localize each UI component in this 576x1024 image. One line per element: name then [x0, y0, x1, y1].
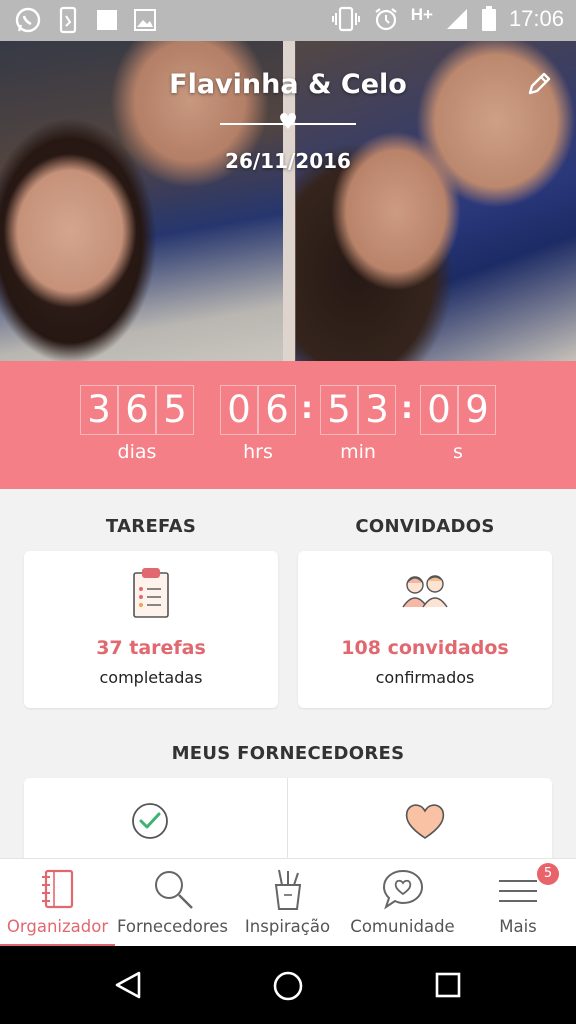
- app-screen: H+ 17:06 Flavinha & Celo ♥ 26/11/2016 3 …: [0, 0, 576, 1024]
- days-digit: 3: [80, 385, 118, 435]
- square-icon: [97, 10, 117, 30]
- pencil-cup-icon: [274, 869, 301, 910]
- hours-label: hrs: [243, 441, 273, 463]
- phone-alert-icon: [59, 6, 77, 34]
- back-icon[interactable]: [113, 970, 143, 1000]
- vibrate-icon: [331, 6, 360, 32]
- seconds-digit: 9: [458, 385, 496, 435]
- whatsapp-icon: [15, 7, 41, 33]
- system-navigation-bar: [0, 946, 576, 1024]
- status-time: 17:06: [508, 6, 564, 31]
- tasks-title: TAREFAS: [105, 516, 197, 537]
- nav-item-mais[interactable]: 5 Mais: [460, 859, 576, 947]
- nav-label-inspiracao: Inspiração: [244, 917, 331, 936]
- nav-item-organizador[interactable]: Organizador: [0, 859, 115, 947]
- days-label: dias: [117, 441, 157, 463]
- heart-outline-icon: [405, 804, 445, 839]
- nav-label-mais: Mais: [499, 917, 537, 936]
- nav-label-fornecedores: Fornecedores: [116, 917, 229, 936]
- seconds-label: s: [453, 441, 463, 463]
- tasks-subtitle: completadas: [99, 668, 203, 687]
- nav-label-comunidade: Comunidade: [350, 917, 455, 936]
- countdown-banner: 3 6 5 dias 0 6 hrs : 5 3 min : 0 9 s: [0, 361, 576, 489]
- recents-icon[interactable]: [434, 971, 462, 999]
- tasks-count: 37 tarefas: [96, 637, 206, 659]
- couple-icon: [402, 575, 448, 608]
- guests-subtitle: confirmados: [375, 668, 475, 687]
- nav-item-fornecedores[interactable]: Fornecedores: [115, 859, 230, 947]
- couple-name: Flavinha & Celo: [169, 69, 407, 100]
- network-type: H+: [410, 5, 433, 24]
- bottom-navigation: Organizador Fornecedores Inspiração Comu: [0, 858, 576, 947]
- tasks-card[interactable]: 37 tarefas completadas: [24, 551, 278, 708]
- guests-count: 108 convidados: [341, 637, 509, 659]
- wedding-date: 26/11/2016: [225, 149, 351, 173]
- nav-item-inspiracao[interactable]: Inspiração: [230, 859, 345, 947]
- days-digit: 5: [156, 385, 194, 435]
- battery-icon: [481, 6, 496, 31]
- couple-photo[interactable]: Flavinha & Celo ♥ 26/11/2016: [0, 41, 576, 361]
- edit-icon[interactable]: [524, 69, 554, 99]
- gallery-icon: [134, 9, 156, 31]
- hours-digit: 6: [258, 385, 296, 435]
- notebook-icon: [41, 869, 73, 909]
- heart-icon: ♥: [278, 110, 298, 135]
- check-circle-icon: [132, 803, 168, 839]
- nav-label-organizador: Organizador: [6, 917, 109, 936]
- signal-icon: [446, 9, 467, 29]
- clipboard-icon: [133, 568, 169, 618]
- minutes-label: min: [340, 441, 376, 463]
- nav-item-comunidade[interactable]: Comunidade: [345, 859, 460, 947]
- notification-badge: 5: [537, 863, 559, 885]
- menu-icon: [499, 880, 537, 902]
- time-separator: :: [401, 391, 413, 426]
- days-digit: 6: [118, 385, 156, 435]
- time-separator: :: [301, 391, 313, 426]
- hours-digit: 0: [220, 385, 258, 435]
- vendors-title: MEUS FORNECEDORES: [171, 743, 405, 764]
- seconds-digit: 0: [420, 385, 458, 435]
- search-icon: [154, 871, 193, 909]
- guests-title: CONVIDADOS: [355, 516, 495, 537]
- home-icon[interactable]: [272, 970, 304, 1002]
- minutes-digit: 5: [320, 385, 358, 435]
- chat-heart-icon: [382, 869, 423, 910]
- minutes-digit: 3: [358, 385, 396, 435]
- status-bar: H+ 17:06: [0, 0, 576, 41]
- alarm-icon: [375, 8, 397, 31]
- guests-card[interactable]: 108 convidados confirmados: [298, 551, 552, 708]
